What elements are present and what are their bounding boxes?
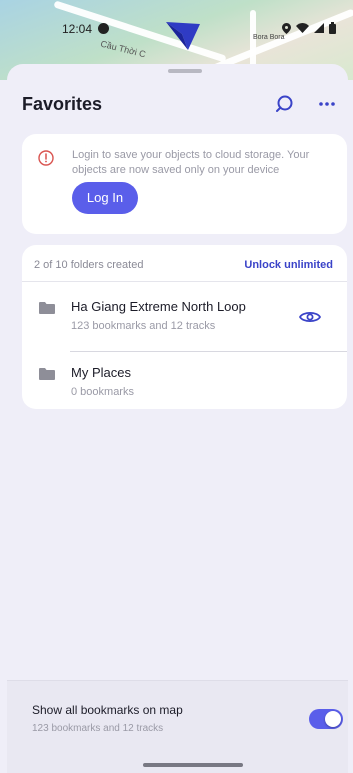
folder-row[interactable]: Ha Giang Extreme North Loop 123 bookmark…: [22, 289, 347, 351]
login-message: Login to save your objects to cloud stor…: [72, 149, 310, 176]
visibility-toggle-button[interactable]: [298, 309, 322, 325]
toggle-knob: [325, 711, 341, 727]
sheet-grabber[interactable]: [168, 69, 202, 73]
folder-subtitle: 0 bookmarks: [71, 386, 134, 398]
show-bookmarks-toggle[interactable]: [309, 709, 343, 729]
more-button[interactable]: [315, 92, 339, 116]
location-icon: [282, 22, 291, 34]
eye-icon: [298, 311, 322, 323]
folders-count: 2 of 10 folders created: [34, 259, 144, 271]
status-bar: 12:04: [0, 20, 353, 40]
unlock-unlimited-link[interactable]: Unlock unlimited: [244, 259, 333, 271]
folder-name: Ha Giang Extreme North Loop: [71, 299, 246, 314]
divider: [70, 351, 347, 352]
login-card: Login to save your objects to cloud stor…: [22, 134, 347, 234]
show-bookmarks-subtitle: 123 bookmarks and 12 tracks: [32, 723, 164, 734]
more-icon: [319, 102, 335, 106]
folder-icon: [39, 302, 55, 314]
folder-subtitle: 123 bookmarks and 12 tracks: [71, 320, 216, 332]
messenger-icon: [98, 23, 109, 34]
alert-circle-icon: [38, 150, 54, 166]
folder-name: My Places: [71, 365, 131, 380]
favorites-sheet: Favorites Login to save your objects to …: [7, 64, 348, 773]
page-title: Favorites: [22, 94, 103, 114]
status-time: 12:04: [62, 22, 93, 36]
battery-icon: [329, 22, 337, 35]
folder-row[interactable]: My Places 0 bookmarks: [22, 355, 347, 417]
divider: [22, 281, 347, 282]
show-bookmarks-bar: Show all bookmarks on map 123 bookmarks …: [7, 680, 348, 773]
search-button[interactable]: [273, 92, 297, 116]
home-indicator[interactable]: [143, 763, 243, 767]
wifi-icon: [296, 23, 310, 34]
login-button[interactable]: Log In: [72, 182, 138, 214]
folders-card: 2 of 10 folders created Unlock unlimited…: [22, 245, 347, 409]
folder-icon: [39, 368, 55, 380]
signal-icon: [314, 23, 325, 34]
search-icon: [276, 95, 293, 112]
show-bookmarks-label: Show all bookmarks on map: [32, 703, 183, 717]
status-icons: [282, 22, 337, 35]
